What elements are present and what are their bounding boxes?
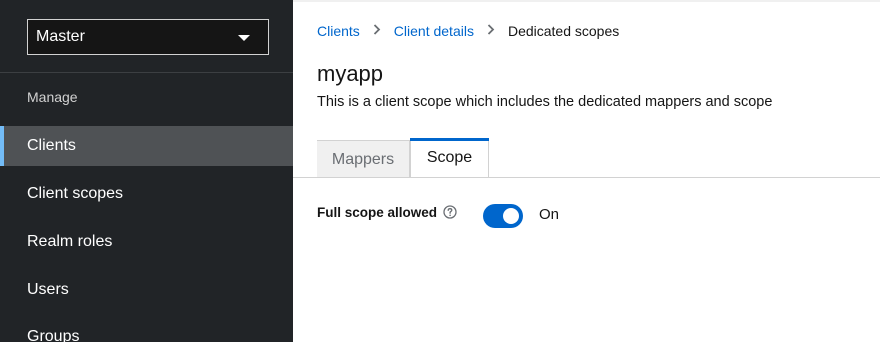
full-scope-label: Full scope allowed bbox=[317, 205, 438, 220]
sidebar: Master Manage Clients Client scopes Real… bbox=[0, 0, 293, 342]
sidebar-item-groups[interactable]: Groups bbox=[0, 317, 293, 342]
tab-mappers[interactable]: Mappers bbox=[317, 140, 410, 178]
sidebar-item-client-scopes[interactable]: Client scopes bbox=[0, 174, 293, 214]
tab-label: Mappers bbox=[331, 150, 395, 168]
sidebar-item-label: Users bbox=[27, 281, 69, 298]
page-title: myapp bbox=[317, 61, 384, 86]
sidebar-item-label: Groups bbox=[27, 328, 80, 342]
tab-scope[interactable]: Scope bbox=[410, 138, 489, 178]
page-description: This is a client scope which includes th… bbox=[317, 94, 773, 110]
full-scope-toggle[interactable] bbox=[483, 204, 523, 228]
nav-divider bbox=[0, 72, 293, 73]
chevron-right-icon bbox=[373, 24, 381, 38]
sidebar-item-label: Clients bbox=[27, 137, 76, 154]
full-scope-row: Full scope allowed On bbox=[317, 202, 857, 230]
toggle-knob bbox=[503, 208, 519, 224]
tab-bar-divider bbox=[293, 177, 880, 178]
nav-section-manage: Manage bbox=[27, 89, 78, 105]
sidebar-item-label: Client scopes bbox=[27, 185, 124, 202]
sidebar-item-users[interactable]: Users bbox=[0, 270, 293, 310]
breadcrumb-link-clients[interactable]: Clients bbox=[317, 23, 360, 39]
tab-label: Scope bbox=[426, 149, 473, 166]
breadcrumb-link-client-details[interactable]: Client details bbox=[394, 23, 474, 39]
top-divider bbox=[293, 0, 880, 2]
question-circle-icon[interactable] bbox=[443, 205, 457, 219]
tab-bar: Mappers Scope bbox=[293, 138, 880, 178]
full-scope-state: On bbox=[539, 206, 560, 223]
sidebar-item-label: Realm roles bbox=[27, 233, 113, 250]
sidebar-item-clients[interactable]: Clients bbox=[0, 126, 293, 166]
main-content: Clients Client details Dedicated scopes … bbox=[293, 0, 880, 342]
sidebar-item-realm-roles[interactable]: Realm roles bbox=[0, 222, 293, 262]
realm-selector-label: Master bbox=[36, 28, 85, 45]
breadcrumb: Clients Client details Dedicated scopes bbox=[317, 23, 619, 39]
realm-selector[interactable]: Master bbox=[27, 19, 269, 55]
caret-down-icon bbox=[238, 35, 250, 41]
breadcrumb-current: Dedicated scopes bbox=[507, 23, 620, 39]
chevron-right-icon bbox=[487, 24, 495, 38]
